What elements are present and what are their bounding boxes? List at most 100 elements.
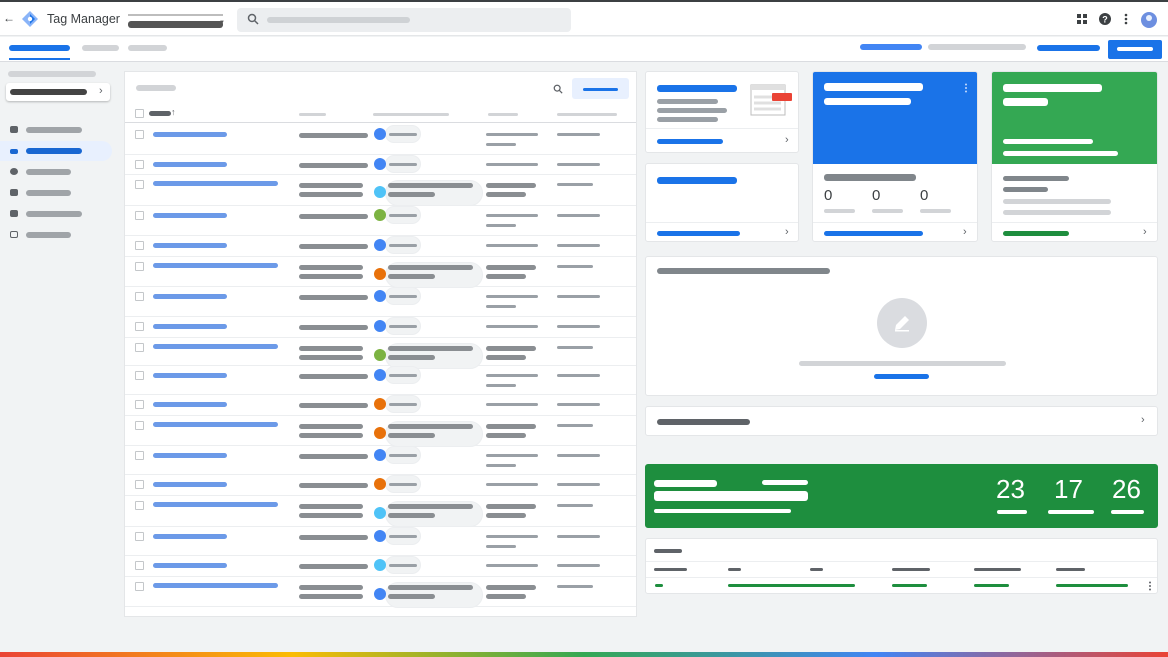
table-row[interactable] [125,527,636,556]
search-bar[interactable] [237,8,571,32]
search-icon[interactable] [553,84,563,94]
table-row[interactable] [125,496,636,527]
new-tag-button[interactable] [572,78,629,99]
empty-card-link[interactable] [874,374,929,379]
tag-name-link[interactable] [153,502,278,507]
row-checkbox[interactable] [135,130,144,139]
table-row[interactable] [125,206,636,236]
sidebar-item-templates[interactable] [0,225,112,245]
help-icon[interactable]: ? [1099,13,1111,25]
container-selector[interactable] [128,21,223,28]
row-checkbox[interactable] [135,561,144,570]
row-checkbox[interactable] [135,400,144,409]
more-vert-icon[interactable] [1148,581,1152,591]
back-arrow-icon[interactable]: ← [3,11,15,25]
row-checkbox[interactable] [135,180,144,189]
column-header-date[interactable] [892,568,930,571]
table-row[interactable] [125,236,636,257]
tag-name-link[interactable] [153,324,227,329]
tag-name-link[interactable] [153,373,227,378]
tag-name-link[interactable] [153,243,227,248]
account-avatar-icon[interactable] [1141,12,1157,28]
description-card[interactable]: › [645,163,799,242]
row-checkbox[interactable] [135,160,144,169]
sort-arrow-icon[interactable]: ↑ [171,107,176,117]
table-row[interactable] [125,287,636,317]
tag-name-link[interactable] [153,263,278,268]
preview-button[interactable] [1037,45,1100,51]
tag-name-link[interactable] [153,344,278,349]
column-header-firing-triggers[interactable] [373,113,449,116]
version-row-cell[interactable] [655,584,663,587]
select-all-checkbox[interactable] [135,109,144,118]
chevron-right-icon[interactable]: › [785,226,789,238]
tag-name-link[interactable] [153,181,278,186]
workspace-changes-link[interactable] [824,231,923,236]
tag-name-link[interactable] [153,583,278,588]
table-row[interactable] [125,556,636,577]
tag-name-link[interactable] [153,534,227,539]
workspace-changes-card[interactable]: 0 0 0 › [812,71,978,242]
workspace-selector[interactable]: › [6,83,110,101]
tag-name-link[interactable] [153,482,227,487]
row-checkbox[interactable] [135,322,144,331]
tab-workspace-active[interactable] [9,45,70,51]
tag-name-link[interactable] [153,563,227,568]
sidebar-item-tags[interactable] [0,141,112,161]
table-row[interactable] [125,338,636,369]
column-header-name[interactable] [149,111,171,116]
column-header-notes[interactable] [1056,568,1085,571]
row-checkbox[interactable] [135,292,144,301]
table-row[interactable] [125,125,636,155]
row-checkbox[interactable] [135,241,144,250]
tag-name-link[interactable] [153,213,227,218]
tag-name-link[interactable] [153,162,227,167]
table-row[interactable] [125,475,636,496]
caret-down-icon[interactable]: ▼ [219,20,225,26]
tag-name-link[interactable] [153,453,227,458]
new-tag-card-link[interactable] [657,139,723,144]
table-row[interactable] [125,155,636,175]
apps-grid-icon[interactable] [1077,14,1087,24]
column-header-name[interactable] [728,568,741,571]
tag-name-link[interactable] [153,294,227,299]
row-checkbox[interactable] [135,582,144,591]
sidebar-item-triggers[interactable] [0,162,112,182]
version-row-cell[interactable] [728,584,855,587]
table-row[interactable] [125,366,636,395]
live-version-link[interactable] [1003,231,1069,236]
row-checkbox[interactable] [135,343,144,352]
row-checkbox[interactable] [135,211,144,220]
row-checkbox[interactable] [135,451,144,460]
column-header-last-edited[interactable] [557,113,617,116]
table-row[interactable] [125,446,636,475]
more-vert-icon[interactable] [1124,13,1128,25]
description-card-link[interactable] [657,231,740,236]
tag-name-link[interactable] [153,422,278,427]
tag-name-link[interactable] [153,132,227,137]
sidebar-item-overview[interactable] [0,120,112,140]
chevron-right-icon[interactable]: › [785,134,789,146]
column-header-published[interactable] [810,568,823,571]
tab-versions[interactable] [82,45,119,51]
chevron-right-icon[interactable]: › [1141,414,1145,426]
row-checkbox[interactable] [135,501,144,510]
column-header-type[interactable] [299,113,326,116]
workspace-changes-link[interactable] [860,44,922,50]
row-checkbox[interactable] [135,532,144,541]
table-row[interactable] [125,317,636,338]
new-tag-card[interactable]: › [645,71,799,153]
column-header-user[interactable] [974,568,1021,571]
row-checkbox[interactable] [135,421,144,430]
sidebar-item-folders[interactable] [0,204,112,224]
chevron-right-icon[interactable]: › [1143,226,1147,238]
chevron-right-icon[interactable]: › [963,226,967,238]
row-checkbox[interactable] [135,262,144,271]
table-row[interactable] [125,175,636,206]
more-vert-icon[interactable] [964,83,968,93]
table-row[interactable] [125,416,636,447]
row-checkbox[interactable] [135,371,144,380]
tab-admin[interactable] [128,45,167,51]
column-header-folder[interactable] [488,113,518,116]
table-row[interactable] [125,257,636,288]
